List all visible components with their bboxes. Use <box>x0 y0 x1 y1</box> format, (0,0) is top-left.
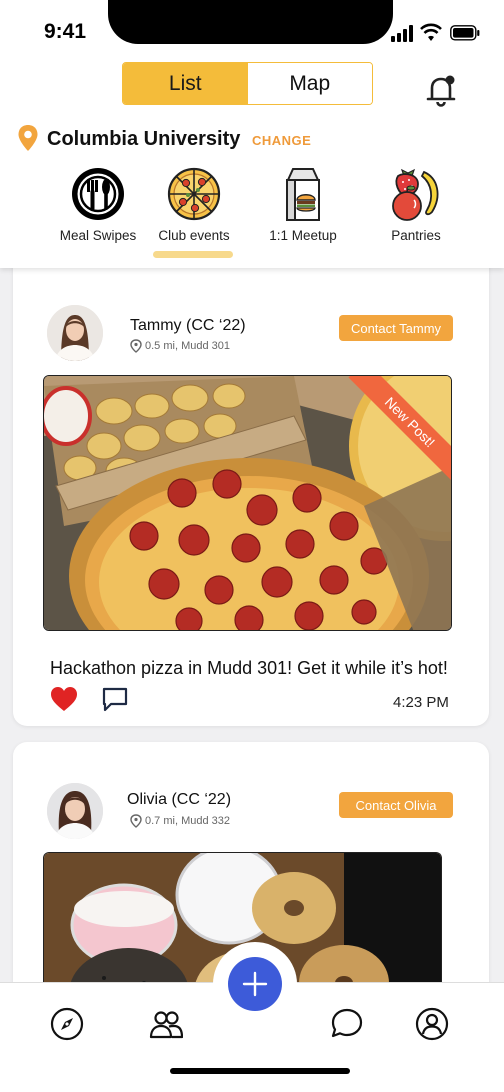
category-meetup[interactable]: 1:1 Meetup <box>243 166 363 243</box>
avatar[interactable] <box>47 783 103 839</box>
takeout-bag-icon <box>286 168 320 221</box>
device-notch <box>108 0 393 44</box>
comment-icon[interactable] <box>102 687 128 712</box>
post-location-text: 0.7 mi, Mudd 332 <box>145 815 230 827</box>
category-club-events[interactable]: Club events <box>134 166 254 243</box>
location-name: Columbia University <box>47 128 241 150</box>
post-timestamp: 4:23 PM <box>393 694 449 711</box>
cellular-signal-icon <box>391 24 415 42</box>
category-pantries[interactable]: Pantries <box>356 166 476 243</box>
location-pin-icon <box>130 814 142 828</box>
header: List Map Columbia University CHANGE Meal… <box>0 58 504 268</box>
location-pin-icon <box>130 339 142 353</box>
plate-cutlery-icon <box>72 168 124 220</box>
notification-bell-icon[interactable] <box>423 72 459 108</box>
status-time: 9:41 <box>44 20 87 43</box>
map-view-tab[interactable]: Map <box>247 63 372 104</box>
add-post-button[interactable] <box>228 957 282 1011</box>
category-label: Club events <box>158 228 230 243</box>
contact-tammy-button[interactable]: Contact Tammy <box>339 315 453 341</box>
fruit-icon <box>392 168 439 221</box>
like-heart-icon[interactable] <box>50 686 78 712</box>
post-location-text: 0.5 mi, Mudd 301 <box>145 340 230 352</box>
category-label: Pantries <box>391 228 441 243</box>
category-label: 1:1 Meetup <box>269 228 337 243</box>
wifi-icon <box>420 23 442 41</box>
plus-icon <box>242 971 268 997</box>
post-location: 0.5 mi, Mudd 301 <box>130 339 230 353</box>
location-pin-icon <box>18 125 38 151</box>
home-indicator[interactable] <box>170 1068 350 1074</box>
post-author: Tammy (CC ‘22) <box>130 317 246 334</box>
list-view-tab[interactable]: List <box>123 63 248 104</box>
post-author: Olivia (CC ‘22) <box>127 791 232 808</box>
contact-olivia-button[interactable]: Contact Olivia <box>339 792 453 818</box>
chat-icon[interactable] <box>330 1007 364 1041</box>
profile-icon[interactable] <box>415 1007 449 1041</box>
view-toggle: List Map <box>122 62 373 105</box>
community-icon[interactable] <box>149 1007 183 1041</box>
status-bar: 9:41 <box>0 0 504 58</box>
avatar[interactable] <box>47 305 103 361</box>
post-card[interactable]: Tammy (CC ‘22) 0.5 mi, Mudd 301 Contact … <box>13 250 489 726</box>
pizza-icon <box>167 167 221 221</box>
post-photo[interactable]: New Post! <box>43 375 452 631</box>
battery-icon <box>450 25 480 41</box>
change-location-link[interactable]: CHANGE <box>252 133 311 148</box>
post-caption: Hackathon pizza in Mudd 301! Get it whil… <box>50 658 448 678</box>
compass-icon[interactable] <box>50 1007 84 1041</box>
selected-category-indicator <box>153 251 233 258</box>
post-location: 0.7 mi, Mudd 332 <box>130 814 230 828</box>
